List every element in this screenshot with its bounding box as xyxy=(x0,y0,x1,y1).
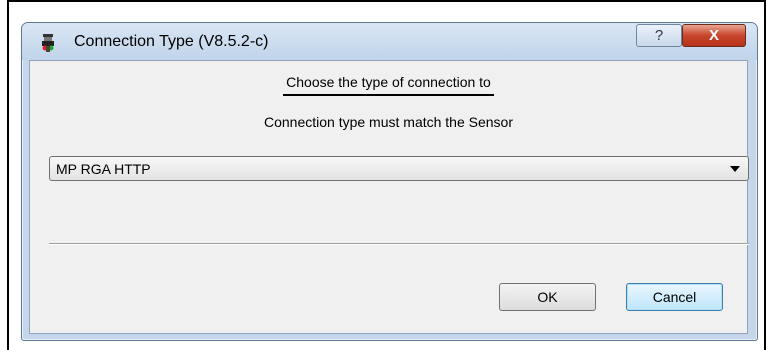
help-button[interactable]: ? xyxy=(636,24,682,47)
dialog-heading: Choose the type of connection to xyxy=(30,74,747,96)
close-button[interactable]: X xyxy=(682,24,746,47)
cancel-button[interactable]: Cancel xyxy=(626,283,723,311)
dialog-body: Choose the type of connection to Connect… xyxy=(29,60,749,334)
separator xyxy=(49,243,749,245)
connection-type-value: MP RGA HTTP xyxy=(56,161,151,177)
dialog-subtext: Connection type must match the Sensor xyxy=(263,114,514,130)
sensor-icon xyxy=(42,34,54,52)
ok-button[interactable]: OK xyxy=(499,283,596,311)
dialog-heading-text: Choose the type of connection to xyxy=(283,74,494,96)
connection-type-dialog: Connection Type (V8.5.2-c) ? X Choose th… xyxy=(21,22,758,341)
screenshot-frame-top xyxy=(7,0,766,2)
chevron-down-icon[interactable] xyxy=(730,166,740,172)
screenshot-frame-left xyxy=(7,0,9,350)
connection-type-select[interactable]: MP RGA HTTP xyxy=(49,156,749,181)
title-bar[interactable]: Connection Type (V8.5.2-c) ? X xyxy=(22,23,757,60)
window-title: Connection Type (V8.5.2-c) xyxy=(74,33,269,50)
screenshot-frame-right xyxy=(764,0,766,350)
